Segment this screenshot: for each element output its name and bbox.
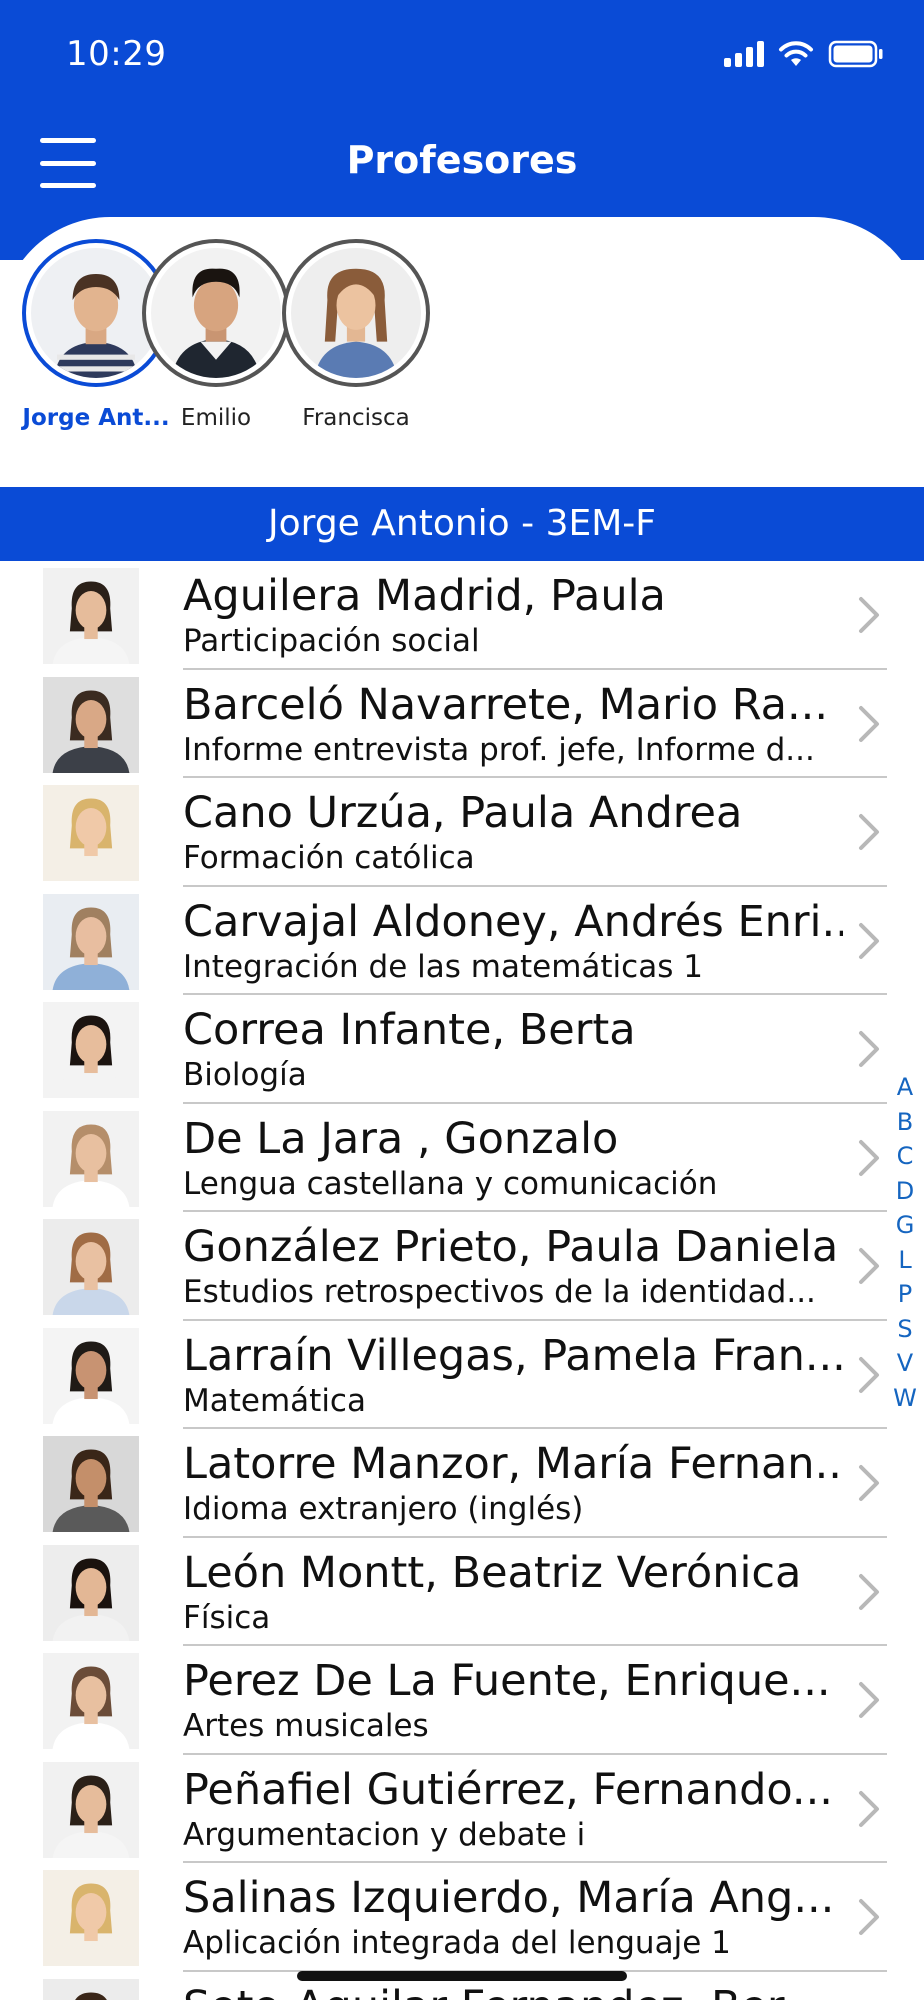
student-item-francisca[interactable]: Francisca (276, 239, 436, 431)
chevron-right-icon (859, 705, 879, 742)
index-letter[interactable]: S (897, 1312, 912, 1347)
student-selector: Jorge Ant... Emilio Francisca (0, 217, 924, 487)
teacher-row[interactable]: León Montt, Beatriz Verónica Física (0, 1538, 924, 1646)
teacher-name: De La Jara , Gonzalo (183, 1113, 619, 1164)
chevron-right-icon (859, 1573, 879, 1610)
student-avatar (142, 239, 290, 387)
status-icons (724, 40, 884, 68)
teacher-photo (43, 1219, 139, 1315)
teacher-photo (43, 893, 139, 990)
index-letter[interactable]: G (896, 1208, 915, 1243)
teacher-row[interactable]: Perez De La Fuente, Enrique... Artes musi… (0, 1646, 924, 1755)
teacher-name: Soto-Aguilar Fernandez, Ber... (183, 1982, 843, 2000)
teacher-photo (43, 1761, 139, 1858)
teacher-photo (43, 1653, 139, 1749)
teacher-row[interactable]: Cano Urzúa, Paula Andrea Formación católi… (0, 778, 924, 887)
page-title: Profesores (346, 138, 578, 182)
teacher-subject: Artes musicales (183, 1708, 429, 1744)
teacher-row[interactable]: González Prieto, Paula Daniela Estudios r… (0, 1212, 924, 1321)
student-item-emilio[interactable]: Emilio (136, 239, 296, 431)
battery-icon (828, 40, 884, 68)
teacher-photo (43, 1870, 139, 1966)
chevron-right-icon (859, 1356, 879, 1393)
teacher-name: Salinas Izquierdo, María Ang... (183, 1873, 835, 1923)
teacher-row[interactable]: Barceló Navarrete, Mario Ra... Informe en… (0, 670, 924, 778)
alphabet-index: ABCDGLPSVW (890, 1070, 920, 1415)
chevron-right-icon (859, 597, 879, 633)
student-name: Emilio (180, 405, 252, 431)
chevron-right-icon (859, 1899, 879, 1935)
index-letter[interactable]: C (897, 1139, 914, 1174)
teacher-name: González Prieto, Paula Daniela (183, 1222, 839, 1272)
index-letter[interactable]: L (898, 1243, 911, 1278)
cellular-signal-icon (724, 41, 764, 67)
teacher-photo (43, 1327, 139, 1424)
teacher-row[interactable]: Latorre Manzor, María Fernan... Idioma ex… (0, 1429, 924, 1538)
teacher-subject: Matemática (183, 1382, 366, 1419)
teacher-row[interactable]: Peñafiel Gutiérrez, Fernando... Argumenta… (0, 1755, 924, 1863)
teacher-row[interactable]: Carvajal Aldoney, Andrés Enri... Integrac… (0, 887, 924, 995)
status-time: 10:29 (66, 34, 167, 74)
teacher-photo (43, 568, 139, 664)
teacher-subject: Informe entrevista prof. jefe, Informe d… (183, 731, 815, 768)
teacher-name: León Montt, Beatriz Verónica (183, 1547, 802, 1598)
teacher-subject: Estudios retrospectivos de la identidad.… (183, 1274, 816, 1310)
teacher-photo (43, 1002, 139, 1098)
teacher-photo (43, 785, 139, 881)
teacher-name: Carvajal Aldoney, Andrés Enri... (183, 896, 843, 947)
teacher-subject: Biología (183, 1057, 307, 1093)
wifi-icon (778, 40, 814, 68)
section-header: Jorge Antonio - 3EM-F (0, 487, 924, 561)
index-letter[interactable]: A (897, 1070, 913, 1105)
chevron-right-icon (859, 1465, 879, 1501)
index-letter[interactable]: P (898, 1277, 912, 1312)
teacher-name: Perez De La Fuente, Enrique... (183, 1656, 831, 1706)
teacher-subject: Física (183, 1599, 271, 1636)
student-avatar (282, 239, 430, 387)
teacher-name: Peñafiel Gutiérrez, Fernando... (183, 1764, 833, 1815)
chevron-right-icon (859, 1031, 879, 1067)
chevron-right-icon (859, 1248, 879, 1284)
teacher-row[interactable]: Aguilera Madrid, Paula Participación soci… (0, 561, 924, 670)
chevron-right-icon (859, 1139, 879, 1176)
teacher-name: Larraín Villegas, Pamela Fran... (183, 1330, 843, 1381)
index-letter[interactable]: W (893, 1381, 917, 1416)
chevron-right-icon (859, 922, 879, 959)
teacher-photo (43, 676, 139, 773)
teacher-subject: Argumentacion y debate i (183, 1816, 586, 1853)
home-indicator (297, 1971, 627, 1981)
teacher-photo (43, 1436, 139, 1532)
chevron-right-icon (859, 1682, 879, 1718)
teacher-row[interactable]: Correa Infante, Berta Biología (0, 995, 924, 1104)
student-name: Francisca (302, 405, 410, 431)
teacher-photo (43, 1110, 139, 1207)
teacher-name: Latorre Manzor, María Fernan... (183, 1439, 843, 1489)
teacher-photo (43, 1544, 139, 1641)
teacher-photo (43, 1978, 139, 2000)
teacher-name: Aguilera Madrid, Paula (183, 571, 666, 621)
index-letter[interactable]: V (897, 1346, 913, 1381)
teacher-name: Barceló Navarrete, Mario Ra... (183, 679, 829, 730)
index-letter[interactable]: B (897, 1105, 913, 1140)
teacher-row[interactable]: De La Jara , Gonzalo Lengua castellana y … (0, 1104, 924, 1212)
teacher-name: Correa Infante, Berta (183, 1005, 636, 1055)
teacher-subject: Participación social (183, 623, 480, 659)
teacher-list: Aguilera Madrid, Paula Participación soci… (0, 561, 924, 2000)
teacher-subject: Formación católica (183, 840, 475, 876)
teacher-subject: Aplicación integrada del lenguaje 1 (183, 1925, 731, 1961)
teacher-subject: Integración de las matemáticas 1 (183, 948, 703, 985)
teacher-subject: Idioma extranjero (inglés) (183, 1491, 584, 1527)
chevron-right-icon (859, 814, 879, 850)
teacher-row[interactable]: Salinas Izquierdo, María Ang... Aplicació… (0, 1863, 924, 1972)
index-letter[interactable]: D (896, 1174, 914, 1209)
teacher-row[interactable]: Larraín Villegas, Pamela Fran... Matemáti… (0, 1321, 924, 1429)
teacher-subject: Lengua castellana y comunicación (183, 1165, 718, 1202)
chevron-right-icon (859, 1790, 879, 1827)
teacher-name: Cano Urzúa, Paula Andrea (183, 788, 743, 838)
